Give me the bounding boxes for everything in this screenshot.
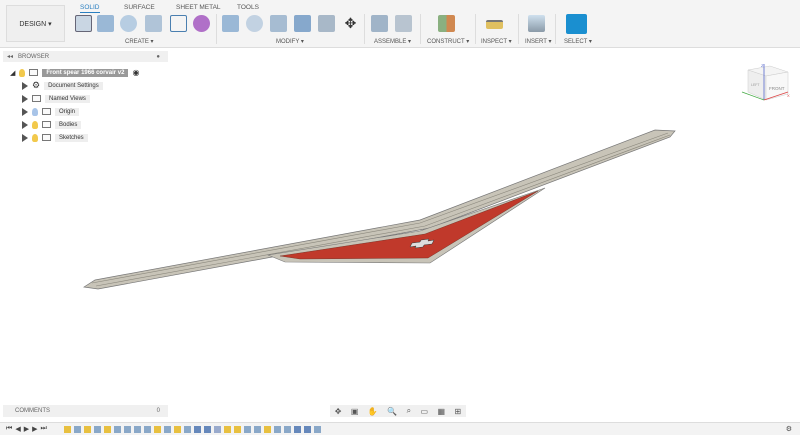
timeline-sketch-icon[interactable] [173, 425, 181, 433]
timeline-sketch-icon[interactable] [233, 425, 241, 433]
timeline-combine-icon[interactable] [193, 425, 201, 433]
timeline-first-button[interactable]: ⏮ [6, 425, 12, 433]
comments-panel[interactable]: COMMENTS 0 [3, 405, 168, 417]
timeline-extrude-icon[interactable] [133, 425, 141, 433]
timeline-sketch-icon[interactable] [83, 425, 91, 433]
timeline-extrude-icon[interactable] [243, 425, 251, 433]
timeline-extrude-icon[interactable] [273, 425, 281, 433]
orbit-icon[interactable]: ✥ [335, 407, 342, 416]
navigation-bar: ✥ ▣ ✋ 🔍 ⌕ ▭ ▦ ⊞ [330, 405, 466, 417]
timeline-extrude-icon[interactable] [253, 425, 261, 433]
timeline: ⏮ ◀ ▶ ▶ ⏭ ⚙ [0, 422, 800, 435]
timeline-extrude-icon[interactable] [283, 425, 291, 433]
model-viewport[interactable] [0, 0, 800, 435]
timeline-extrude-icon[interactable] [123, 425, 131, 433]
timeline-combine-icon[interactable] [293, 425, 301, 433]
zoom-icon[interactable]: 🔍 [387, 407, 397, 416]
timeline-sketch-icon[interactable] [63, 425, 71, 433]
timeline-play-button[interactable]: ▶ [24, 425, 29, 433]
timeline-prev-button[interactable]: ◀ [15, 425, 20, 433]
timeline-sketch-icon[interactable] [223, 425, 231, 433]
timeline-extrude-icon[interactable] [73, 425, 81, 433]
timeline-extrude-icon[interactable] [93, 425, 101, 433]
timeline-next-button[interactable]: ▶ [32, 425, 37, 433]
timeline-last-button[interactable]: ⏭ [40, 425, 46, 433]
timeline-sketch-icon[interactable] [263, 425, 271, 433]
timeline-extrude-icon[interactable] [163, 425, 171, 433]
timeline-extrude-icon[interactable] [113, 425, 121, 433]
timeline-sketch-icon[interactable] [103, 425, 111, 433]
timeline-features [63, 425, 321, 433]
timeline-extrude-icon[interactable] [143, 425, 151, 433]
fit-icon[interactable]: ⌕ [407, 406, 411, 416]
timeline-extrude-icon[interactable] [183, 425, 191, 433]
comments-count: 0 [156, 408, 160, 414]
timeline-extrude-icon[interactable] [313, 425, 321, 433]
grid-settings-icon[interactable]: ▦ [437, 407, 445, 416]
timeline-combine-icon[interactable] [303, 425, 311, 433]
viewports-icon[interactable]: ⊞ [454, 407, 461, 416]
timeline-fillet-icon[interactable] [213, 425, 221, 433]
display-settings-icon[interactable]: ▭ [421, 407, 429, 416]
look-at-icon[interactable]: ▣ [351, 407, 359, 416]
timeline-sketch-icon[interactable] [153, 425, 161, 433]
comments-label: COMMENTS [15, 408, 50, 414]
pan-icon[interactable]: ✋ [368, 407, 378, 416]
timeline-settings-icon[interactable]: ⚙ [786, 425, 792, 433]
spear-body[interactable] [83, 129, 676, 290]
timeline-combine-icon[interactable] [203, 425, 211, 433]
